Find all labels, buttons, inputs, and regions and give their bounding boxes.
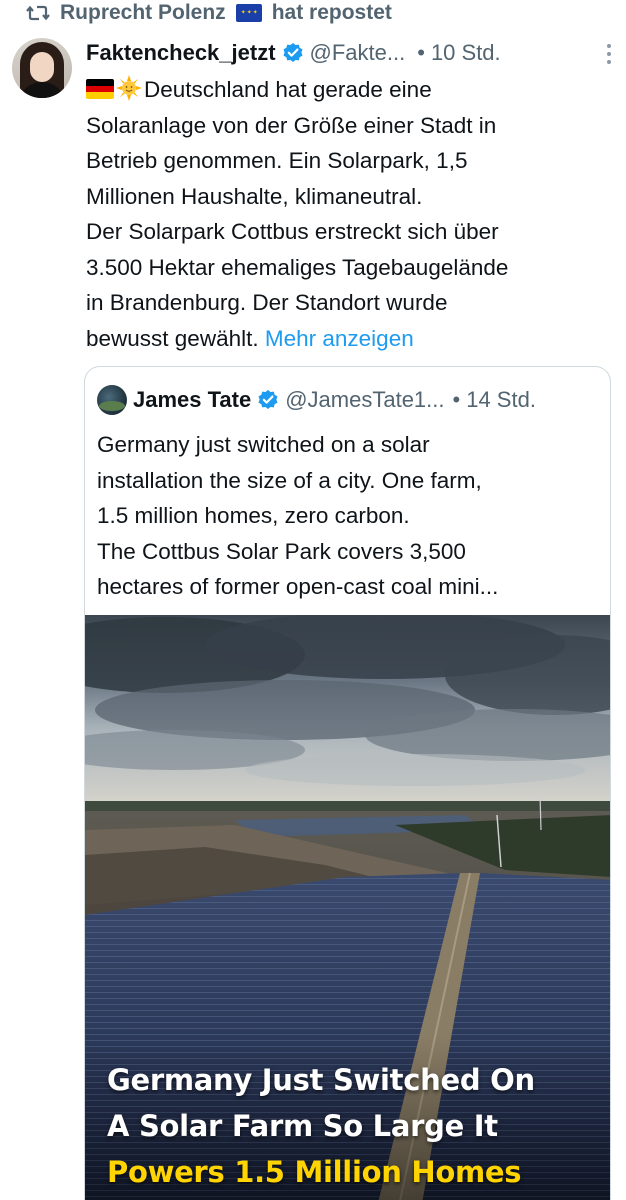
verified-badge-icon bbox=[258, 390, 278, 409]
quoted-tweet-card[interactable]: James Tate @JamesTate1... • 14 Std. Germ… bbox=[84, 366, 611, 1200]
quoted-tweet-time[interactable]: 14 Std. bbox=[466, 387, 536, 413]
tweet-time[interactable]: 10 Std. bbox=[431, 40, 501, 66]
tweet-header: Faktencheck_jetzt @Fakte... • 10 Std. bbox=[86, 38, 616, 68]
quoted-tweet-image[interactable]: Germany Just Switched On A Solar Farm So… bbox=[85, 615, 610, 1200]
tweet-line: Deutschland hat gerade eine bbox=[144, 77, 432, 102]
repost-user-name[interactable]: Ruprecht Polenz bbox=[60, 1, 226, 25]
quoted-tweet-line: 1.5 million homes, zero carbon. bbox=[97, 503, 410, 528]
quoted-tweet-header: James Tate @JamesTate1... • 14 Std. bbox=[97, 385, 536, 415]
tweet-line: Solaranlage von der Größe einer Stadt in bbox=[86, 112, 497, 138]
separator-dot: • bbox=[417, 40, 425, 65]
tweet-body: Deutschland hat gerade eine Solaranlage … bbox=[86, 72, 611, 356]
tweet-line: Millionen Haushalte, klimaneutral. bbox=[86, 183, 423, 209]
quoted-tweet-line: The Cottbus Solar Park covers 3,500 bbox=[97, 538, 466, 564]
tweet-line: in Brandenburg. Der Standort wurde bbox=[86, 290, 448, 315]
repost-icon bbox=[26, 5, 50, 21]
author-avatar[interactable] bbox=[12, 38, 72, 98]
show-more-link[interactable]: Mehr anzeigen bbox=[265, 326, 414, 351]
sun-icon bbox=[116, 75, 142, 101]
tweet-line: Der Solarpark Cottbus erstreckt sich übe… bbox=[86, 219, 499, 244]
quoted-tweet-line: hectares of former open-cast coal mini..… bbox=[97, 574, 499, 599]
quoted-author-avatar[interactable] bbox=[97, 385, 127, 415]
quoted-tweet-line: installation the size of a city. One far… bbox=[97, 467, 482, 493]
more-dots-icon[interactable] bbox=[606, 44, 612, 64]
tweet-line: 3.500 Hektar ehemaliges Tagebaugelände bbox=[86, 254, 509, 280]
author-name[interactable]: Faktencheck_jetzt bbox=[86, 40, 276, 66]
quoted-author-name[interactable]: James Tate bbox=[133, 387, 251, 413]
image-caption-line: A Solar Farm So Large It bbox=[107, 1109, 498, 1143]
repost-header[interactable]: Ruprecht Polenz hat repostet bbox=[26, 0, 392, 26]
repost-suffix: hat repostet bbox=[271, 1, 392, 24]
verified-badge-icon bbox=[283, 43, 303, 62]
author-handle[interactable]: @Fakte... bbox=[310, 40, 406, 66]
quoted-author-handle[interactable]: @JamesTate1... bbox=[285, 387, 444, 413]
image-caption-highlight: Powers 1.5 Million Homes bbox=[107, 1155, 522, 1189]
germany-flag-icon bbox=[86, 79, 114, 99]
tweet-line: Betrieb genommen. Ein Solarpark, 1,5 bbox=[86, 148, 468, 173]
tweet-line: bewusst gewählt. bbox=[86, 325, 259, 351]
quoted-tweet-line: Germany just switched on a solar bbox=[97, 432, 430, 457]
quoted-tweet-body: Germany just switched on a solar install… bbox=[97, 427, 602, 605]
image-caption-line: Germany Just Switched On bbox=[107, 1063, 535, 1097]
eu-flag-icon bbox=[235, 4, 262, 22]
separator-dot: • bbox=[452, 387, 461, 412]
